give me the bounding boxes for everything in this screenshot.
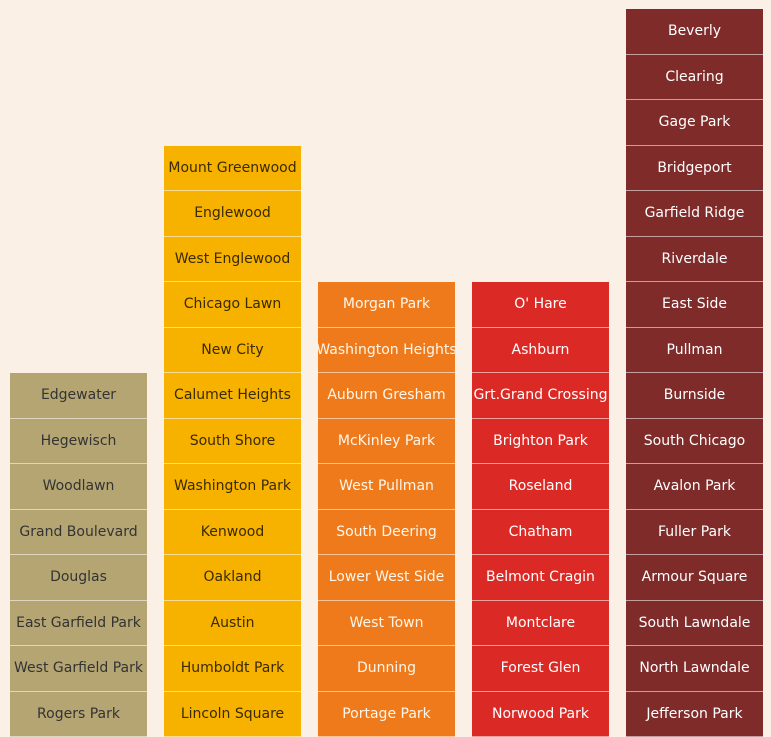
neighborhood-cell: Lincoln Square <box>164 692 301 737</box>
neighborhood-cell: Auburn Gresham <box>318 373 455 419</box>
neighborhood-cell: McKinley Park <box>318 419 455 465</box>
neighborhood-cell: Edgewater <box>10 373 147 419</box>
neighborhood-cell: Avalon Park <box>626 464 763 510</box>
neighborhood-cell: Humboldt Park <box>164 646 301 692</box>
neighborhood-cell: Washington Park <box>164 464 301 510</box>
neighborhood-cell: Chatham <box>472 510 609 556</box>
neighborhood-cell: Lower West Side <box>318 555 455 601</box>
neighborhood-cell: Garfield Ridge <box>626 191 763 237</box>
neighborhood-cell: Norwood Park <box>472 692 609 737</box>
neighborhood-cell: South Lawndale <box>626 601 763 647</box>
neighborhood-cell: Oakland <box>164 555 301 601</box>
neighborhood-cell: Gage Park <box>626 100 763 146</box>
neighborhood-cell: Brighton Park <box>472 419 609 465</box>
neighborhood-cell: Burnside <box>626 373 763 419</box>
neighborhood-cell: Riverdale <box>626 237 763 283</box>
neighborhood-cell: Austin <box>164 601 301 647</box>
neighborhood-cell: Grand Boulevard <box>10 510 147 556</box>
neighborhood-cell: Forest Glen <box>472 646 609 692</box>
neighborhood-cell: South Chicago <box>626 419 763 465</box>
neighborhood-cell: Armour Square <box>626 555 763 601</box>
neighborhood-cell: Belmont Cragin <box>472 555 609 601</box>
neighborhood-cell: Douglas <box>10 555 147 601</box>
neighborhood-cell: East Side <box>626 282 763 328</box>
neighborhood-cell: Portage Park <box>318 692 455 737</box>
neighborhood-cell: Fuller Park <box>626 510 763 556</box>
neighborhood-cell: Beverly <box>626 9 763 55</box>
neighborhood-cell: Grt.Grand Crossing <box>472 373 609 419</box>
column-4: O' HareAshburnGrt.Grand CrossingBrighton… <box>472 282 609 737</box>
neighborhood-cell: Mount Greenwood <box>164 146 301 192</box>
neighborhood-cell: West Garfield Park <box>10 646 147 692</box>
neighborhood-stacked-columns: EdgewaterHegewischWoodlawnGrand Boulevar… <box>0 0 771 724</box>
column-2: Mount GreenwoodEnglewoodWest EnglewoodCh… <box>164 146 301 737</box>
neighborhood-cell: Woodlawn <box>10 464 147 510</box>
neighborhood-cell: West Englewood <box>164 237 301 283</box>
neighborhood-cell: Jefferson Park <box>626 692 763 737</box>
neighborhood-cell: Clearing <box>626 55 763 101</box>
neighborhood-cell: Montclare <box>472 601 609 647</box>
column-3: Morgan ParkWashington HeightsAuburn Gres… <box>318 282 455 737</box>
neighborhood-cell: South Deering <box>318 510 455 556</box>
neighborhood-cell: West Town <box>318 601 455 647</box>
neighborhood-cell: Kenwood <box>164 510 301 556</box>
neighborhood-cell: West Pullman <box>318 464 455 510</box>
neighborhood-cell: Dunning <box>318 646 455 692</box>
neighborhood-cell: Washington Heights <box>318 328 455 374</box>
neighborhood-cell: Englewood <box>164 191 301 237</box>
column-1: EdgewaterHegewischWoodlawnGrand Boulevar… <box>10 373 147 737</box>
neighborhood-cell: Rogers Park <box>10 692 147 737</box>
neighborhood-cell: South Shore <box>164 419 301 465</box>
neighborhood-cell: East Garfield Park <box>10 601 147 647</box>
neighborhood-cell: Morgan Park <box>318 282 455 328</box>
neighborhood-cell: New City <box>164 328 301 374</box>
neighborhood-cell: Pullman <box>626 328 763 374</box>
neighborhood-cell: Chicago Lawn <box>164 282 301 328</box>
neighborhood-cell: O' Hare <box>472 282 609 328</box>
neighborhood-cell: Ashburn <box>472 328 609 374</box>
column-5: BeverlyClearingGage ParkBridgeportGarfie… <box>626 9 763 737</box>
neighborhood-cell: North Lawndale <box>626 646 763 692</box>
neighborhood-cell: Roseland <box>472 464 609 510</box>
neighborhood-cell: Bridgeport <box>626 146 763 192</box>
neighborhood-cell: Hegewisch <box>10 419 147 465</box>
neighborhood-cell: Calumet Heights <box>164 373 301 419</box>
